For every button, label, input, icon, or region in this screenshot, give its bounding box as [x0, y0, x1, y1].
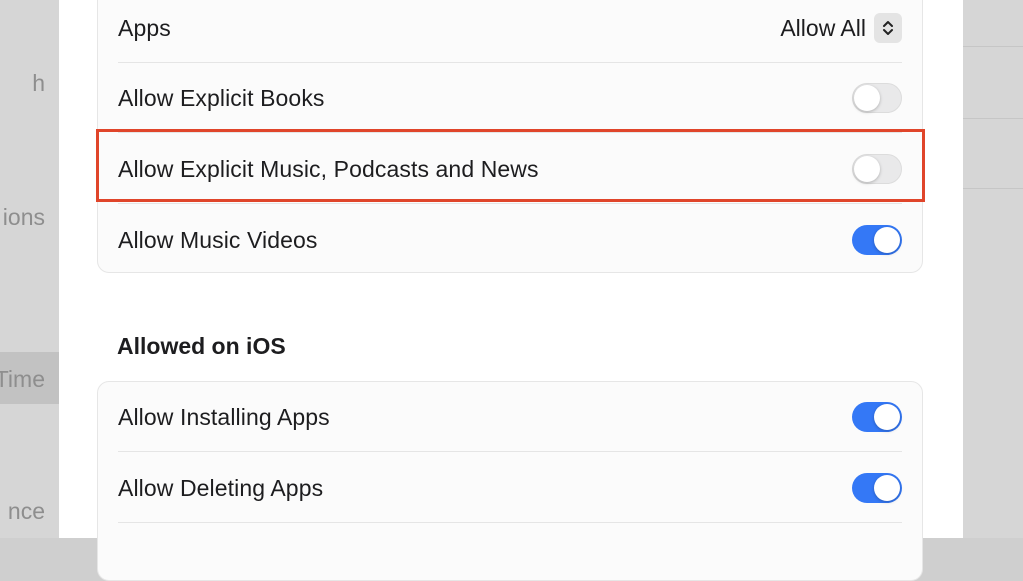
sidebar-fragment-2: ions: [2, 204, 45, 230]
toggle-knob: [854, 85, 880, 111]
allow-music-videos-row: Allow Music Videos: [118, 205, 902, 275]
sidebar-fragment-3: Time: [0, 366, 45, 392]
allow-deleting-apps-toggle[interactable]: [852, 473, 902, 503]
sidebar-fragment-1: h: [32, 70, 45, 96]
allow-installing-apps-label: Allow Installing Apps: [118, 403, 330, 430]
background-divider: [963, 188, 1023, 189]
chevron-up-down-icon[interactable]: [874, 13, 902, 43]
allow-deleting-apps-label: Allow Deleting Apps: [118, 474, 324, 501]
allow-explicit-books-row: Allow Explicit Books: [118, 63, 902, 133]
content-restrictions-sheet: Apps Allow All Allow Explicit Books Allo…: [59, 0, 963, 581]
allow-explicit-books-toggle[interactable]: [852, 83, 902, 113]
apps-row: Apps Allow All: [118, 0, 902, 63]
allow-installing-apps-row: Allow Installing Apps: [118, 382, 902, 452]
sidebar-fragment-4: nce: [7, 498, 45, 524]
toggle-knob: [874, 475, 900, 501]
background-divider: [963, 118, 1023, 119]
apps-popup-button[interactable]: Allow All: [780, 13, 902, 43]
apps-popup-value: Allow All: [780, 14, 866, 41]
allowed-on-ios-heading: Allowed on iOS: [117, 333, 286, 359]
highlight-annotation: [96, 129, 925, 202]
toggle-knob: [874, 404, 900, 430]
allow-music-videos-toggle[interactable]: [852, 225, 902, 255]
ios-settings-group: Allow Installing Apps Allow Deleting App…: [97, 381, 923, 581]
allow-installing-apps-toggle[interactable]: [852, 402, 902, 432]
apps-label: Apps: [118, 14, 171, 41]
allow-explicit-books-label: Allow Explicit Books: [118, 84, 325, 111]
allow-music-videos-label: Allow Music Videos: [118, 226, 318, 253]
allow-deleting-apps-row: Allow Deleting Apps: [118, 453, 902, 523]
background-divider: [963, 46, 1023, 47]
toggle-knob: [874, 227, 900, 253]
background-sidebar: h ions Time nce: [0, 0, 59, 538]
background-window-right: [963, 0, 1023, 538]
